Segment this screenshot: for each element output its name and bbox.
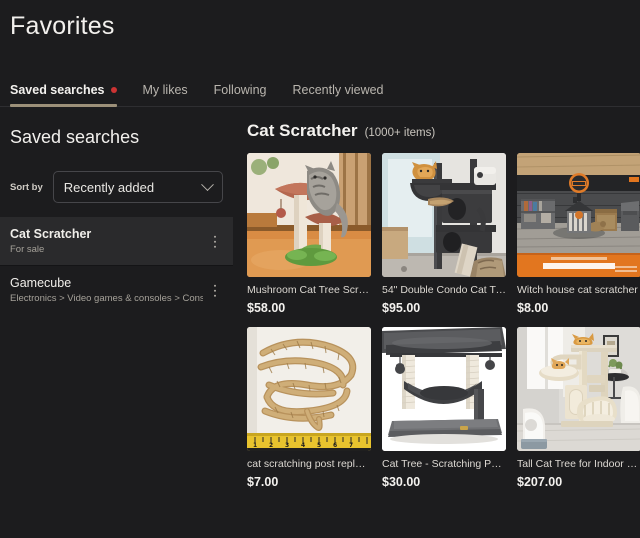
product-title: Tall Cat Tree for Indoor C… [517, 458, 640, 470]
saved-search-item-gamecube[interactable]: Gamecube Electronics > Video games & con… [0, 266, 233, 315]
product-card[interactable]: 1 2 3 4 5 6 7 cat scratching post repla… $7.… [247, 327, 371, 490]
page-header: Favorites [0, 0, 640, 42]
kebab-menu-icon[interactable] [211, 281, 220, 300]
saved-searches-sidebar: Saved searches Sort by Recently added Ca… [0, 107, 233, 315]
double-condo-cat-tower-photo[interactable] [382, 153, 506, 277]
results-panel: Cat Scratcher (1000+ items) Mushroom Cat… [233, 107, 640, 490]
tab-saved-searches-label: Saved searches [10, 83, 105, 97]
favorites-page: Favorites Saved searches My likes Follow… [0, 0, 640, 538]
saved-search-subtitle: Electronics > Video games & consoles > C… [10, 293, 203, 304]
page-title: Favorites [10, 12, 115, 40]
svg-text:2: 2 [269, 442, 273, 449]
sort-by-label: Sort by [10, 181, 43, 193]
tab-recently-viewed[interactable]: Recently viewed [292, 83, 383, 106]
product-title: Mushroom Cat Tree Scrat… [247, 284, 371, 296]
sort-by-value: Recently added [63, 179, 155, 195]
product-card[interactable]: Mushroom Cat Tree Scrat… $58.00 [247, 153, 371, 316]
saved-search-name: Gamecube [10, 276, 72, 290]
chevron-down-icon [201, 177, 214, 191]
product-price: $8.00 [517, 301, 549, 315]
kebab-menu-icon[interactable] [211, 232, 220, 251]
sort-row: Sort by Recently added [0, 149, 233, 203]
saved-search-subtitle: For sale [10, 244, 45, 255]
sort-by-select[interactable]: Recently added [52, 171, 223, 203]
saved-search-list: Cat Scratcher For sale Gamecube Electron… [0, 217, 233, 315]
svg-text:4: 4 [301, 442, 305, 449]
results-header: Cat Scratcher (1000+ items) [247, 121, 640, 153]
grey-hammock-cat-tree-photo[interactable] [382, 327, 506, 451]
results-count: (1000+ items) [364, 127, 436, 139]
tab-following[interactable]: Following [214, 83, 267, 106]
product-title: Witch house cat scratcher [517, 284, 638, 296]
product-price: $30.00 [382, 475, 421, 489]
product-title: Cat Tree - Scratching Pos… [382, 458, 506, 470]
witch-house-promo-photo[interactable] [517, 153, 640, 277]
product-card[interactable]: 54" Double Condo Cat Tr… $95.00 [382, 153, 506, 316]
svg-text:6: 6 [333, 442, 337, 449]
tab-my-likes[interactable]: My likes [143, 83, 188, 106]
results-grid: Mushroom Cat Tree Scrat… $58.00 54" Doub… [247, 153, 640, 490]
notification-dot-icon [110, 87, 117, 93]
tab-bar: Saved searches My likes Following Recent… [0, 75, 640, 107]
svg-text:5: 5 [317, 442, 321, 449]
product-title: 54" Double Condo Cat Tr… [382, 284, 506, 296]
svg-text:1: 1 [253, 442, 257, 449]
sidebar-section-title: Saved searches [10, 127, 140, 147]
product-card[interactable]: Witch house cat scratcher $8.00 [517, 153, 640, 316]
product-title: cat scratching post repla… [247, 458, 371, 470]
tab-recently-viewed-label: Recently viewed [292, 83, 384, 97]
product-price: $58.00 [247, 301, 286, 315]
tab-saved-searches[interactable]: Saved searches [10, 83, 117, 107]
svg-text:7: 7 [349, 442, 353, 449]
beige-tall-cat-tree-photo[interactable] [517, 327, 640, 451]
tab-my-likes-label: My likes [142, 83, 188, 97]
product-price: $95.00 [382, 301, 421, 315]
tab-following-label: Following [213, 83, 267, 97]
product-price: $7.00 [247, 475, 279, 489]
svg-text:3: 3 [285, 442, 289, 449]
mushroom-cat-tree-photo[interactable] [247, 153, 371, 277]
saved-search-item-cat-scratcher[interactable]: Cat Scratcher For sale [0, 217, 233, 266]
body-layout: Saved searches Sort by Recently added Ca… [0, 107, 640, 490]
saved-search-name: Cat Scratcher [10, 227, 92, 241]
results-title: Cat Scratcher [247, 121, 358, 140]
product-card[interactable]: Tall Cat Tree for Indoor C… $207.00 [517, 327, 640, 490]
product-price: $207.00 [517, 475, 563, 489]
sisal-rope-coil-photo[interactable]: 1 2 3 4 5 6 7 [247, 327, 371, 451]
product-card[interactable]: Cat Tree - Scratching Pos… $30.00 [382, 327, 506, 490]
